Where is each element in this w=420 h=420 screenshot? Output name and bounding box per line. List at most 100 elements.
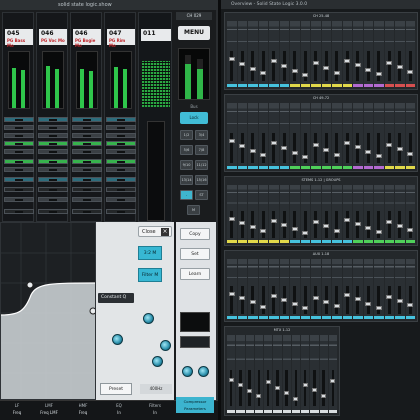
fader-cap[interactable] bbox=[249, 148, 256, 153]
channel-strip[interactable]: 046 PG Bogie Mo bbox=[70, 12, 102, 222]
overview-channel-strip[interactable] bbox=[264, 335, 273, 413]
fader-cap[interactable] bbox=[312, 61, 319, 66]
overview-channel-strip[interactable] bbox=[258, 21, 268, 87]
overview-channel-strip[interactable] bbox=[353, 259, 363, 319]
fader-cap[interactable] bbox=[239, 143, 246, 148]
output-knob[interactable] bbox=[198, 366, 209, 377]
bus-button[interactable]: 13/14 bbox=[180, 175, 193, 185]
eq-mode-button[interactable]: 3:2 M bbox=[138, 246, 162, 260]
fader-cap[interactable] bbox=[344, 140, 351, 145]
overview-channel-strip[interactable] bbox=[395, 185, 405, 243]
fader-cap[interactable] bbox=[323, 65, 330, 70]
routing-strip[interactable] bbox=[106, 197, 136, 202]
insert-strip[interactable] bbox=[4, 117, 34, 122]
fader-cap[interactable] bbox=[365, 226, 372, 231]
fader-cap[interactable] bbox=[323, 147, 330, 152]
param-lmf[interactable]: LMF Freq LMF bbox=[34, 403, 64, 419]
param-lf[interactable]: LF Freq bbox=[2, 403, 32, 419]
overview-channel-strip[interactable] bbox=[310, 335, 319, 413]
fader-cap[interactable] bbox=[302, 73, 309, 78]
filter-knob[interactable] bbox=[152, 356, 163, 367]
fader-cap[interactable] bbox=[386, 295, 393, 299]
insert-strip[interactable] bbox=[72, 117, 102, 122]
routing-strip[interactable] bbox=[38, 167, 68, 172]
fader-cap[interactable] bbox=[365, 67, 372, 72]
fader-cap[interactable] bbox=[281, 63, 288, 68]
overview-channel-strip[interactable] bbox=[319, 335, 328, 413]
gain-knob[interactable] bbox=[143, 313, 154, 324]
overview-channel-strip[interactable] bbox=[405, 185, 415, 243]
param-eq[interactable]: EQ In bbox=[104, 403, 134, 419]
overview-channel-strip[interactable] bbox=[363, 259, 373, 319]
routing-strip[interactable] bbox=[4, 187, 34, 192]
fader-cap[interactable] bbox=[228, 57, 235, 62]
fader-cap[interactable] bbox=[249, 225, 256, 230]
overview-channel-strip[interactable] bbox=[269, 103, 279, 169]
routing-strip[interactable] bbox=[4, 209, 34, 214]
overview-channel-strip[interactable] bbox=[384, 21, 394, 87]
fader-cap[interactable] bbox=[323, 299, 330, 304]
fader-cap[interactable] bbox=[396, 223, 403, 228]
fader-cap[interactable] bbox=[344, 293, 351, 298]
overview-channel-strip[interactable] bbox=[405, 21, 415, 87]
overview-channel-strip[interactable] bbox=[269, 185, 279, 243]
overview-channel-strip[interactable] bbox=[342, 21, 352, 87]
overview-channel-strip[interactable] bbox=[248, 259, 258, 319]
insert-strip[interactable] bbox=[38, 117, 68, 122]
eq-graph[interactable] bbox=[0, 222, 96, 400]
fader-cap[interactable] bbox=[281, 298, 288, 302]
bus-button[interactable]: ST bbox=[195, 190, 208, 200]
set-button[interactable]: Set bbox=[180, 248, 210, 260]
routing-strip[interactable] bbox=[72, 197, 102, 202]
routing-strip[interactable] bbox=[4, 159, 34, 164]
overview-channel-strip[interactable] bbox=[248, 185, 258, 243]
overview-channel-strip[interactable] bbox=[332, 259, 342, 319]
fader-cap[interactable] bbox=[239, 220, 246, 225]
selected-channel-strip[interactable]: 011 bbox=[138, 12, 172, 222]
overview-channel-strip[interactable] bbox=[279, 185, 289, 243]
routing-strip[interactable] bbox=[106, 167, 136, 172]
overview-channel-strip[interactable] bbox=[332, 103, 342, 169]
fader-cap[interactable] bbox=[407, 227, 414, 232]
overview-channel-strip[interactable] bbox=[342, 185, 352, 243]
bus-button[interactable]: - bbox=[180, 190, 193, 200]
channel-strip[interactable]: 047 PG Rim Mo bbox=[104, 12, 136, 222]
fader-cap[interactable] bbox=[228, 216, 235, 221]
channel-strip[interactable]: 046 PG Voc Mo bbox=[36, 12, 68, 222]
routing-strip[interactable] bbox=[106, 177, 136, 182]
fader-cap[interactable] bbox=[365, 301, 372, 306]
overview-channel-strip[interactable] bbox=[342, 259, 352, 319]
fader-cap[interactable] bbox=[312, 143, 319, 148]
overview-channel-strip[interactable] bbox=[290, 21, 300, 87]
learn-button[interactable]: Learn bbox=[180, 268, 210, 280]
fader-cap[interactable] bbox=[281, 222, 288, 227]
routing-strip[interactable] bbox=[38, 209, 68, 214]
overview-channel-strip[interactable] bbox=[405, 103, 415, 169]
fader-cap[interactable] bbox=[375, 154, 382, 159]
overview-channel-strip[interactable] bbox=[311, 103, 321, 169]
overview-channel-strip[interactable] bbox=[300, 103, 310, 169]
overview-channel-strip[interactable] bbox=[300, 259, 310, 319]
overview-channel-strip[interactable] bbox=[321, 21, 331, 87]
overview-channel-strip[interactable] bbox=[321, 259, 331, 319]
fader-cap[interactable] bbox=[291, 302, 298, 307]
overview-channel-strip[interactable] bbox=[321, 185, 331, 243]
overview-channel-strip[interactable] bbox=[332, 185, 342, 243]
fader-cap[interactable] bbox=[407, 303, 414, 308]
fader-cap[interactable] bbox=[228, 292, 235, 296]
overview-channel-strip[interactable] bbox=[248, 21, 258, 87]
overview-channel-strip[interactable] bbox=[291, 335, 300, 413]
overview-channel-strip[interactable] bbox=[363, 185, 373, 243]
fader-cap[interactable] bbox=[260, 153, 267, 158]
output-knob[interactable] bbox=[182, 366, 193, 377]
overview-channel-strip[interactable] bbox=[374, 103, 384, 169]
routing-strip[interactable] bbox=[38, 187, 68, 192]
overview-channel-strip[interactable] bbox=[290, 185, 300, 243]
menu-button[interactable]: MENU bbox=[178, 26, 210, 40]
routing-strip[interactable] bbox=[106, 149, 136, 154]
fader-cap[interactable] bbox=[354, 222, 361, 227]
overview-channel-strip[interactable] bbox=[395, 259, 405, 319]
overview-channel-strip[interactable] bbox=[258, 185, 268, 243]
fader-cap[interactable] bbox=[302, 155, 309, 160]
insert-strip[interactable] bbox=[106, 125, 136, 130]
